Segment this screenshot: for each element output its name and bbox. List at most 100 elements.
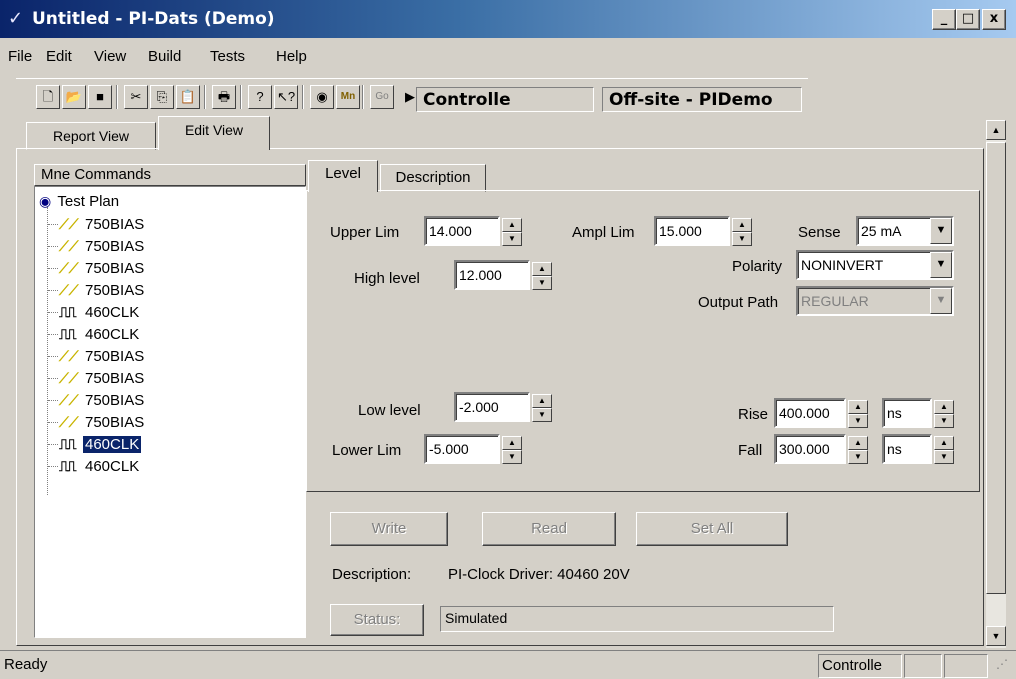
spin-up-icon[interactable]: ▲: [934, 400, 954, 414]
spin-up-icon[interactable]: ▲: [532, 394, 552, 408]
close-button[interactable]: x: [982, 9, 1006, 30]
low-level-input[interactable]: -2.000: [454, 392, 530, 422]
tree-item[interactable]: ⟋⟋ 750BIAS: [59, 235, 146, 257]
fall-input[interactable]: 300.000: [774, 434, 846, 464]
paste-icon[interactable]: 📋: [176, 85, 200, 109]
fall-unit-input[interactable]: ns: [882, 434, 932, 464]
site-panel: Off-site - PIDemo: [602, 87, 802, 112]
title-bar[interactable]: ✓ Untitled - PI-Dats (Demo) _ □ x: [0, 0, 1016, 38]
rise-spinner[interactable]: ▲ ▼: [848, 400, 868, 428]
spin-up-icon[interactable]: ▲: [502, 436, 522, 450]
tree-item[interactable]: ⟋⟋ 750BIAS: [59, 411, 146, 433]
tree-connector: [48, 290, 58, 291]
tree-item[interactable]: ⟋⟋ 750BIAS: [59, 389, 146, 411]
spin-down-icon[interactable]: ▼: [532, 276, 552, 290]
low-level-spinner[interactable]: ▲ ▼: [532, 394, 552, 422]
save-icon[interactable]: ■: [88, 85, 112, 109]
status-button[interactable]: Status:: [330, 604, 424, 636]
open-icon[interactable]: 📂: [62, 85, 86, 109]
fall-spinner[interactable]: ▲ ▼: [848, 436, 868, 464]
spin-up-icon[interactable]: ▲: [532, 262, 552, 276]
rise-unit-spinner[interactable]: ▲ ▼: [934, 400, 954, 428]
tree-item[interactable]: ⎍⎍ 460CLK: [59, 323, 141, 345]
lower-lim-spinner[interactable]: ▲ ▼: [502, 436, 522, 464]
chevron-down-icon[interactable]: ▼: [930, 218, 952, 244]
spin-up-icon[interactable]: ▲: [502, 218, 522, 232]
tree-item[interactable]: ⎍⎍ 460CLK: [59, 433, 143, 455]
tree-item-label: 750BIAS: [85, 282, 145, 299]
tree-item[interactable]: ⎍⎍ 460CLK: [59, 301, 141, 323]
spin-down-icon[interactable]: ▼: [502, 232, 522, 246]
tree-item-label: 750BIAS: [85, 216, 145, 233]
ampl-lim-spinner[interactable]: ▲ ▼: [732, 218, 752, 246]
mn-icon[interactable]: Mn: [336, 85, 360, 109]
write-button[interactable]: Write: [330, 512, 448, 546]
tree-item[interactable]: ⟋⟋ 750BIAS: [59, 345, 146, 367]
status-controller-panel: Controlle: [818, 654, 902, 678]
tree-item[interactable]: ⟋⟋ 750BIAS: [59, 279, 146, 301]
menu-build[interactable]: Build: [148, 48, 181, 65]
help-icon[interactable]: ?: [248, 85, 272, 109]
tab-level[interactable]: Level: [308, 160, 378, 192]
minimize-button[interactable]: _: [932, 9, 956, 30]
ampl-lim-input[interactable]: 15.000: [654, 216, 730, 246]
context-help-icon[interactable]: ↖?: [274, 85, 298, 109]
spin-down-icon[interactable]: ▼: [934, 414, 954, 428]
menu-help[interactable]: Help: [276, 48, 307, 65]
upper-lim-input[interactable]: 14.000: [424, 216, 500, 246]
scrollbar-thumb[interactable]: [986, 142, 1006, 594]
spin-down-icon[interactable]: ▼: [848, 450, 868, 464]
spin-up-icon[interactable]: ▲: [848, 400, 868, 414]
tab-edit-view[interactable]: Edit View: [158, 116, 270, 150]
bias-icon: ⟋⟋: [59, 282, 79, 298]
tree-item[interactable]: ⟋⟋ 750BIAS: [59, 257, 146, 279]
spin-up-icon[interactable]: ▲: [848, 436, 868, 450]
command-tree[interactable]: ◉ Test Plan ⟋⟋ 750BIAS ⟋⟋ 750BIAS ⟋⟋ 750BIAS ⟋…: [34, 186, 306, 638]
tree-item[interactable]: ⎍⎍ 460CLK: [59, 455, 141, 477]
tree-root[interactable]: ◉ Test Plan: [39, 190, 121, 212]
chevron-down-icon[interactable]: ▼: [930, 288, 952, 314]
tree-connector: [48, 466, 58, 467]
cut-icon[interactable]: ✂: [124, 85, 148, 109]
lower-lim-input[interactable]: -5.000: [424, 434, 500, 464]
copy-icon[interactable]: ⎘: [150, 85, 174, 109]
bias-icon: ⟋⟋: [59, 238, 79, 254]
menu-edit[interactable]: Edit: [46, 48, 72, 65]
menu-view[interactable]: View: [94, 48, 126, 65]
scroll-down-icon[interactable]: ▼: [986, 626, 1006, 646]
high-level-input[interactable]: 12.000: [454, 260, 530, 290]
tree-header[interactable]: Mne Commands: [34, 164, 306, 186]
spin-down-icon[interactable]: ▼: [732, 232, 752, 246]
rise-unit-input[interactable]: ns: [882, 398, 932, 428]
view-icon[interactable]: ◉: [310, 85, 334, 109]
tree-item[interactable]: ⟋⟋ 750BIAS: [59, 367, 146, 389]
spin-down-icon[interactable]: ▼: [934, 450, 954, 464]
read-button[interactable]: Read: [482, 512, 616, 546]
rise-input[interactable]: 400.000: [774, 398, 846, 428]
spin-up-icon[interactable]: ▲: [934, 436, 954, 450]
vertical-scrollbar[interactable]: ▲ ▼: [986, 120, 1006, 648]
chevron-down-icon[interactable]: ▼: [930, 252, 952, 278]
low-level-label: Low level: [358, 402, 421, 419]
resize-grip-icon[interactable]: ⋰: [996, 657, 1008, 671]
spin-down-icon[interactable]: ▼: [532, 408, 552, 422]
upper-lim-spinner[interactable]: ▲ ▼: [502, 218, 522, 246]
print-icon[interactable]: 🖶: [212, 85, 236, 109]
high-level-spinner[interactable]: ▲ ▼: [532, 262, 552, 290]
set-all-button[interactable]: Set All: [636, 512, 788, 546]
tree-item-label: 460CLK: [81, 435, 143, 454]
tab-description[interactable]: Description: [380, 164, 486, 192]
menu-tests[interactable]: Tests: [210, 48, 245, 65]
spin-down-icon[interactable]: ▼: [502, 450, 522, 464]
fall-unit-spinner[interactable]: ▲ ▼: [934, 436, 954, 464]
tree-item[interactable]: ⟋⟋ 750BIAS: [59, 213, 146, 235]
clock-icon: ⎍⎍: [59, 326, 77, 342]
spin-up-icon[interactable]: ▲: [732, 218, 752, 232]
spin-down-icon[interactable]: ▼: [848, 414, 868, 428]
menu-file[interactable]: File: [8, 48, 32, 65]
tab-report-view[interactable]: Report View: [26, 122, 156, 150]
go-icon[interactable]: Go: [370, 85, 394, 109]
maximize-button[interactable]: □: [956, 9, 980, 30]
scroll-up-icon[interactable]: ▲: [986, 120, 1006, 140]
new-icon[interactable]: 🗋: [36, 85, 60, 109]
